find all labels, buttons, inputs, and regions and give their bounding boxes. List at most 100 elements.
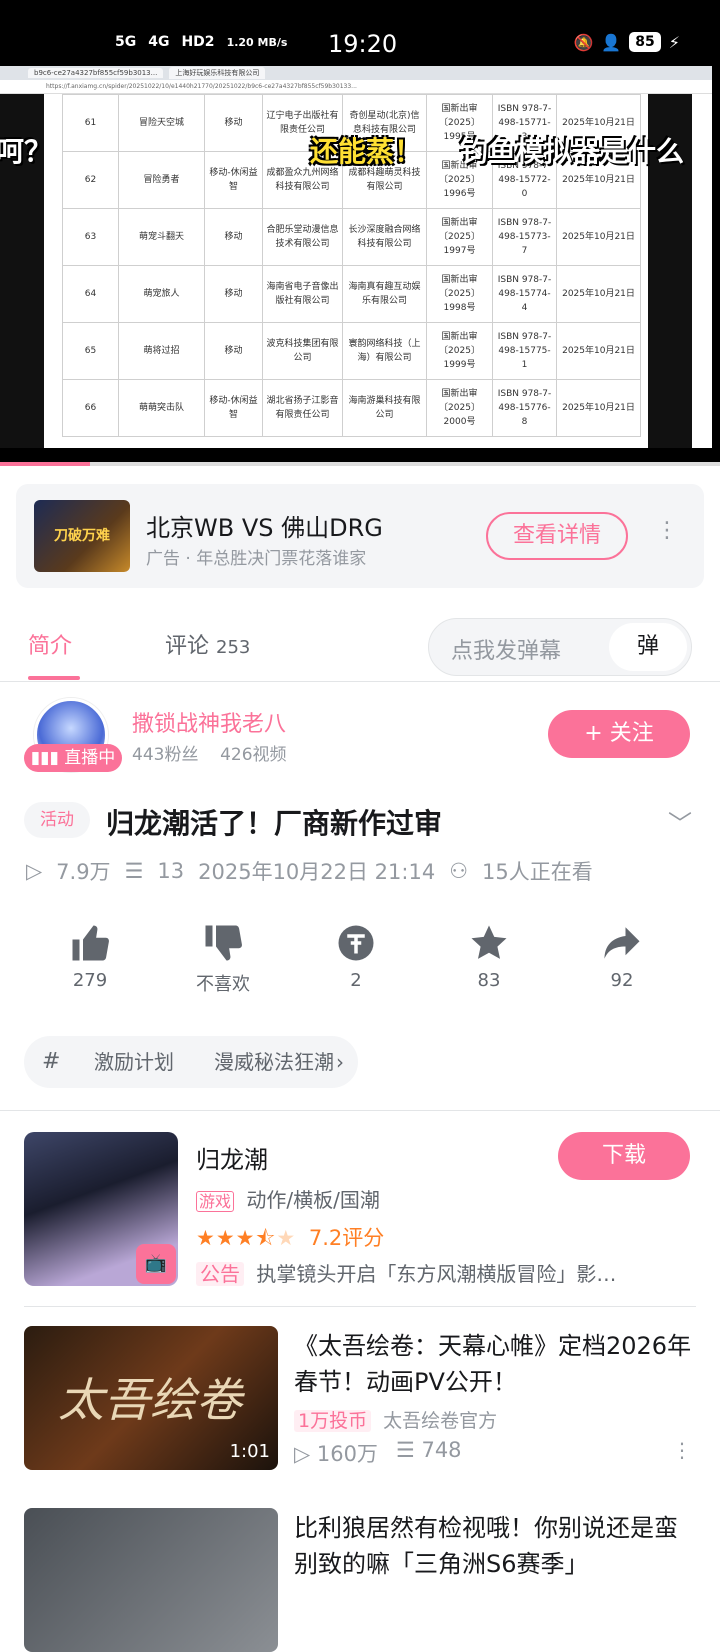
action-bar: 279 不喜欢 2 83 92	[0, 916, 720, 1006]
table-cell-approval: 国新出审〔2025〕1999号	[426, 322, 493, 380]
video-browser-frame: b9c6-ce27a4327bf855cf59b3013... 上海好玩娱乐科技…	[0, 66, 712, 448]
video-thumbnail[interactable]: 太吾绘卷 1:01	[24, 1326, 278, 1470]
play-count-icon: ▷	[26, 859, 43, 883]
publish-datetime: 2025年10月22日 21:14	[198, 860, 436, 884]
game-cover[interactable]: 📺	[24, 1132, 178, 1286]
divider	[24, 1306, 696, 1307]
videos-count: 426视频	[220, 745, 287, 765]
browser-tabs: b9c6-ce27a4327bf855cf59b3013... 上海好玩娱乐科技…	[0, 66, 712, 80]
caption-left: 呵？	[0, 135, 53, 168]
table-cell-name: 萌将过招	[118, 322, 205, 380]
incentive-plan: 激励计划	[94, 1050, 174, 1074]
table-cell-name: 冒险勇者	[118, 151, 205, 209]
recommended-video[interactable]: 比利狼居然有检视哦！你别说还是蛮别致的嘛「三角洲S6赛季」	[24, 1508, 696, 1652]
table-cell-isbn: ISBN 978-7-498-15774-4	[492, 265, 557, 323]
table-cell-type: 移动	[204, 94, 263, 152]
signal-5g: 5G	[115, 34, 137, 50]
coin-icon	[311, 916, 401, 970]
watching-count: 15人正在看	[482, 860, 593, 884]
table-row: 63 萌宠斗翻天 移动 合肥乐堂动漫信息技术有限公司 长沙深度融合网络科技有限公司 国新出…	[62, 208, 641, 266]
event-tag[interactable]: 活动	[24, 802, 90, 838]
table-cell-type: 移动-休闲益智	[204, 151, 263, 209]
danmaku-count: 13	[157, 859, 185, 883]
caption-white: 钓鱼模拟器是什么	[460, 135, 685, 168]
table-cell-operator: 海南游巢科技有限公司	[342, 379, 427, 437]
game-genres-row: 游戏 动作/横板/国潮	[196, 1184, 380, 1213]
video-progress-bar[interactable]	[0, 462, 720, 466]
tab-comments-label: 评论	[165, 634, 210, 659]
hd-indicator: HD2	[181, 34, 215, 50]
video-meta: ▷ 7.9万 ☰ 13 2025年10月22日 21:14 ⚇ 15人正在看	[26, 856, 593, 886]
recommended-video[interactable]: 太吾绘卷 1:01 《太吾绘卷：天幕心帷》定档2026年春节！动画PV公开！ 1…	[24, 1326, 696, 1470]
table-cell-name: 萌宠斗翻天	[118, 208, 205, 266]
table-row: 66 萌萌突击队 移动-休闲益智 湖北省扬子江影音有限责任公司 海南游巢科技有限公司 国新…	[62, 379, 641, 437]
more-options-icon[interactable]: ⋮	[672, 1438, 692, 1462]
video-title-row: 活动 归龙潮活了！厂商新作过审 ﹀	[24, 802, 696, 842]
person-icon: 👤	[601, 32, 622, 52]
hashtag-icon: #	[42, 1049, 61, 1074]
ad-more-icon[interactable]: ⋮	[656, 518, 678, 543]
fans-count: 443粉丝	[132, 745, 199, 765]
share-button[interactable]: 92	[577, 916, 667, 991]
follow-button[interactable]: + 关注	[548, 710, 690, 758]
table-cell-type: 移动	[204, 322, 263, 380]
table-cell-isbn: ISBN 978-7-498-15776-8	[492, 379, 557, 437]
danmaku-input[interactable]: 点我发弹幕 弹	[428, 618, 692, 676]
like-button[interactable]: 279	[45, 916, 135, 991]
mute-icon: 🔕	[573, 32, 594, 52]
table-cell-isbn: ISBN 978-7-498-15775-1	[492, 322, 557, 380]
favorite-button[interactable]: 83	[444, 916, 534, 991]
table-cell-name: 萌宠旅人	[118, 265, 205, 323]
table-row: 65 萌将过招 移动 波克科技集团有限公司 寰韵网络科技（上海）有限公司 国新出审〔202…	[62, 322, 641, 380]
author-stats: 443粉丝 426视频	[132, 740, 287, 765]
live-badge[interactable]: ▮▮▮ 直播中	[24, 744, 122, 772]
live-icon: ▮▮▮	[30, 748, 59, 768]
video-thumbnail[interactable]	[24, 1508, 278, 1652]
table-cell-date: 2025年10月21日	[556, 265, 641, 323]
divider	[0, 1110, 720, 1111]
game-tag: 游戏	[196, 1191, 235, 1212]
browser-url: https://f.anxiamg.cn/spider/20251022/10/…	[0, 80, 712, 94]
danmaku-toggle-icon[interactable]: 弹	[609, 623, 687, 671]
thumbs-up-icon	[45, 916, 135, 970]
download-button[interactable]: 下载	[558, 1132, 690, 1180]
caption-yellow: 还能蒸！	[310, 135, 423, 168]
author-row: ▮▮▮ 直播中 撒锁战神我老八 443粉丝 426视频 + 关注	[0, 694, 720, 780]
table-cell-date: 2025年10月21日	[556, 322, 641, 380]
coin-button[interactable]: 2	[311, 916, 401, 991]
net-speed: 1.20 MB/s	[226, 35, 288, 49]
video-player[interactable]: b9c6-ce27a4327bf855cf59b3013... 上海好玩娱乐科技…	[0, 62, 720, 464]
tab-comments[interactable]: 评论 253	[165, 628, 250, 660]
video-title: 归龙潮活了！厂商新作过审	[106, 807, 443, 840]
danmaku-placeholder: 点我发弹幕	[451, 639, 562, 664]
dislike-button[interactable]: 不喜欢	[178, 916, 268, 996]
table-cell-operator: 长沙深度融合网络科技有限公司	[342, 208, 427, 266]
author-name[interactable]: 撒锁战神我老八	[132, 706, 286, 738]
video-duration: 1:01	[229, 1441, 270, 1462]
table-cell-type: 移动	[204, 265, 263, 323]
table-cell-date: 2025年10月21日	[556, 379, 641, 437]
incentive-bar[interactable]: # 激励计划 漫威秘法狂潮 ›	[24, 1036, 358, 1088]
share-icon	[577, 916, 667, 970]
detail-tabs: 简介 评论 253 点我发弹幕 弹	[0, 606, 720, 682]
network-indicators: 5G 4G HD2 1.20 MB/s	[115, 34, 287, 50]
table-cell-no: 66	[62, 379, 119, 437]
live-badge-label: 直播中	[64, 748, 116, 768]
ad-title: 北京WB VS 佛山DRG	[146, 514, 383, 542]
danmaku-count-icon: ☰	[124, 859, 144, 883]
tab-intro[interactable]: 简介	[28, 628, 72, 660]
game-card[interactable]: 📺 归龙潮 游戏 动作/横板/国潮 ★★★⯪★ 7.2评分 公告 执掌镜头开启「…	[24, 1132, 696, 1288]
ad-card[interactable]: 刀破万难 北京WB VS 佛山DRG 广告 · 年总胜决门票花落谁家 查看详情 …	[16, 484, 704, 588]
ad-thumbnail: 刀破万难	[34, 500, 130, 572]
game-notice[interactable]: 公告 执掌镜头开启「东方风潮横版冒险」影…	[196, 1258, 696, 1287]
view-count: 7.9万	[56, 860, 111, 884]
recommended-uploader-row: 1万投币 太吾绘卷官方	[294, 1406, 497, 1433]
uploader-name: 太吾绘卷官方	[383, 1410, 498, 1432]
table-cell-operator: 寰韵网络科技（上海）有限公司	[342, 322, 427, 380]
table-row: 64 萌宠旅人 移动 海南省电子音像出版社有限公司 海南真有趣互动娱乐有限公司 国新出审〔…	[62, 265, 641, 323]
rating-stars-icon: ★★★⯪★	[196, 1226, 297, 1250]
thumbs-down-icon	[178, 916, 268, 970]
table-cell-type: 移动-休闲益智	[204, 379, 263, 437]
ad-details-button[interactable]: 查看详情	[486, 512, 628, 560]
chevron-down-icon[interactable]: ﹀	[668, 804, 692, 839]
